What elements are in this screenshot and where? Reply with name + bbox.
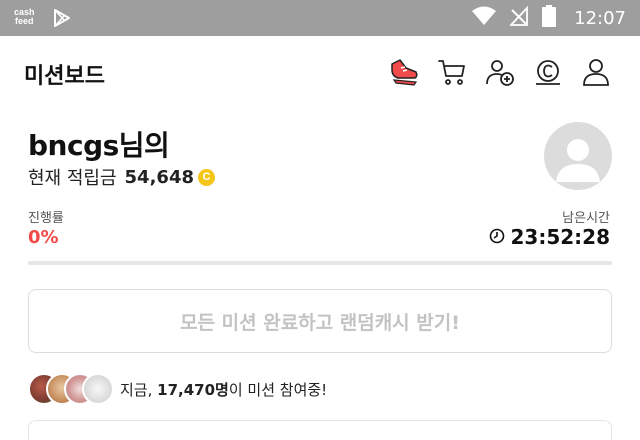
progress-bar bbox=[28, 261, 612, 265]
participants-suffix: 이 미션 참여중! bbox=[228, 380, 328, 399]
timer-icon bbox=[489, 225, 505, 249]
cashfeed-app-badge: cash feed bbox=[14, 8, 35, 26]
battery-icon bbox=[542, 5, 557, 31]
participant-avatar bbox=[82, 373, 114, 405]
cart-icon[interactable] bbox=[436, 56, 468, 88]
app-header: 미션보드 bbox=[0, 36, 640, 110]
profile-section: bncgs님의 현재 적립금 54,648 C bbox=[0, 118, 640, 208]
play-store-icon bbox=[52, 8, 72, 32]
profile-icon[interactable] bbox=[580, 56, 612, 88]
participant-avatars bbox=[28, 371, 116, 407]
points-label: 현재 적립금 bbox=[28, 168, 117, 189]
claim-random-cash-button[interactable]: 모든 미션 완료하고 랜덤캐시 받기! bbox=[28, 289, 612, 353]
participants-count: 17,470명 bbox=[157, 380, 229, 399]
points-summary: 현재 적립금 54,648 C bbox=[28, 164, 215, 190]
add-friend-icon[interactable] bbox=[484, 56, 516, 88]
points-value: 54,648 bbox=[124, 166, 194, 188]
cash-coin-icon[interactable] bbox=[532, 56, 564, 88]
status-bar: cash feed 12:07 bbox=[0, 0, 640, 36]
remaining-time-value: 23:52:28 bbox=[510, 225, 611, 249]
header-actions bbox=[388, 56, 612, 88]
participants-row: 지금, 17,470명이 미션 참여중! bbox=[28, 371, 327, 407]
progress-label: 진행률 bbox=[28, 211, 64, 226]
participants-prefix: 지금, bbox=[120, 380, 153, 399]
progress-value: 0% bbox=[28, 227, 59, 248]
clock-time: 12:07 bbox=[574, 7, 626, 29]
remaining-time: 23:52:28 bbox=[489, 225, 611, 249]
page-title: 미션보드 bbox=[24, 64, 105, 89]
remaining-time-label: 남은시간 bbox=[562, 211, 610, 226]
coin-icon: C bbox=[198, 168, 215, 186]
participants-text: 지금, 17,470명이 미션 참여중! bbox=[120, 379, 327, 400]
shoe-icon[interactable] bbox=[388, 56, 420, 88]
username: bncgs님의 bbox=[28, 129, 170, 162]
mission-card[interactable] bbox=[28, 420, 612, 440]
cashfeed-badge-line2: feed bbox=[15, 16, 34, 26]
avatar[interactable] bbox=[544, 122, 612, 190]
wifi-icon bbox=[472, 6, 497, 30]
no-signal-icon bbox=[509, 5, 529, 30]
